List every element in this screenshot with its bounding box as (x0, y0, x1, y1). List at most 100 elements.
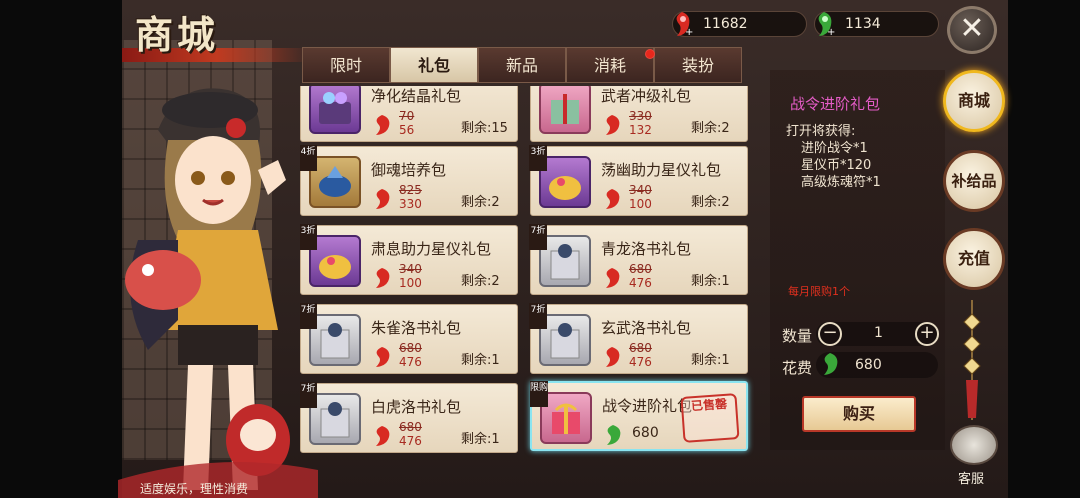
quantity-label: 数量 (782, 327, 813, 345)
green-magatama-icon (819, 351, 841, 377)
red-magatama-icon (371, 345, 393, 369)
discount-price: 56 (399, 123, 415, 137)
red-magatama-icon (371, 266, 393, 290)
tab-consumables[interactable]: 消耗 (566, 47, 654, 83)
limited-tag: 限购 (530, 381, 548, 407)
notification-dot (645, 49, 655, 59)
item-name: 荡幽助力星仪礼包 (601, 161, 722, 179)
reward-item: 高级炼魂符*1 (801, 175, 881, 190)
warrior-pack-icon (539, 86, 591, 134)
close-button[interactable]: ✕ (947, 6, 997, 54)
green-magatama-icon (602, 423, 624, 447)
remaining-count: 剩余:2 (461, 195, 500, 210)
nav-recharge[interactable]: 充值 (943, 228, 1005, 290)
purchase-limit: 每月限购1个 (788, 285, 850, 298)
item-name: 朱雀洛书礼包 (371, 319, 462, 337)
red-magatama-icon: + (671, 9, 693, 39)
remaining-count: 剩余:15 (461, 121, 508, 136)
discount-tag: 4折 (300, 145, 317, 171)
red-magatama-icon (601, 113, 623, 137)
red-magatama-icon (601, 345, 623, 369)
original-price: 680 (399, 420, 422, 434)
item-name: 战令进阶礼包 (602, 397, 693, 415)
discount-price: 330 (399, 197, 422, 211)
original-price: 680 (629, 262, 652, 276)
healthy-gaming-notice: 适度娱乐，理性消费 (140, 482, 249, 496)
discount-price: 476 (399, 355, 422, 369)
item-card[interactable]: 净化结晶礼包 70 56 剩余:15 (300, 86, 518, 142)
item-card[interactable]: 荡幽助力星仪礼包 340 100 剩余:2 3折 (529, 145, 748, 216)
crystal-chest-icon (309, 86, 361, 134)
discount-price: 476 (629, 276, 652, 290)
remaining-count: 剩余:1 (691, 353, 730, 368)
discount-price: 476 (629, 355, 652, 369)
green-magatama-icon: + (813, 9, 835, 39)
customer-service-icon[interactable] (950, 425, 998, 465)
remaining-count: 剩余:2 (691, 121, 730, 136)
item-card[interactable]: 白虎洛书礼包 680 476 剩余:1 7折 (300, 382, 518, 453)
original-price: 680 (399, 341, 422, 355)
red-magatama-icon (371, 424, 393, 448)
detail-title: 战令进阶礼包 (790, 95, 881, 113)
quantity-value: 1 (874, 325, 883, 341)
page-title: 商城 (135, 12, 220, 57)
original-price: 825 (399, 183, 422, 197)
discount-tag: 3折 (300, 224, 317, 250)
original-price: 680 (629, 341, 652, 355)
shop-character (118, 88, 318, 498)
item-grid[interactable]: 净化结晶礼包 70 56 剩余:15 武者冲级礼包 330 132 剩余:2 御… (300, 86, 758, 458)
item-price: 680 (632, 425, 659, 441)
item-name: 武者冲级礼包 (601, 87, 692, 105)
cost-label: 花费 (782, 359, 813, 377)
nav-supplies[interactable]: 补给品 (943, 150, 1005, 212)
red-magatama-icon (601, 266, 623, 290)
item-card[interactable]: 武者冲级礼包 330 132 剩余:2 (530, 86, 748, 142)
remaining-count: 剩余:1 (691, 274, 730, 289)
plus-button[interactable]: + (915, 322, 939, 346)
svg-text:+: + (685, 27, 693, 38)
tab-outfits[interactable]: 装扮 (654, 47, 742, 83)
item-name: 白虎洛书礼包 (371, 398, 462, 416)
item-name: 御魂培养包 (371, 161, 447, 179)
discount-tag: 3折 (529, 145, 547, 171)
tab-limited[interactable]: 限时 (302, 47, 390, 83)
item-name: 净化结晶礼包 (371, 87, 462, 105)
shop-screen: 商城 + 11682 + 1134 ✕ 限时 礼包 新品 消耗 装扮 净化结晶礼… (0, 0, 1080, 498)
red-magatama-icon (371, 113, 393, 137)
original-price: 340 (629, 183, 652, 197)
customer-service-label[interactable]: 客服 (958, 468, 984, 487)
chinese-knot-ornament (963, 300, 981, 420)
svg-text:+: + (827, 27, 835, 38)
discount-price: 100 (399, 276, 422, 290)
tab-gift-packs[interactable]: 礼包 (390, 47, 478, 83)
sold-out-stamp: 已售罄 (680, 393, 740, 443)
item-card[interactable]: 朱雀洛书礼包 680 476 剩余:1 7折 (300, 303, 518, 374)
discount-tag: 7折 (300, 303, 317, 329)
item-card[interactable]: 肃息助力星仪礼包 340 100 剩余:2 3折 (300, 224, 518, 295)
cost-value: 680 (855, 357, 882, 373)
item-name: 青龙洛书礼包 (601, 240, 692, 258)
item-card[interactable]: 御魂培养包 825 330 剩余:2 4折 (300, 145, 518, 216)
green-currency-amount: 1134 (845, 16, 881, 32)
remaining-count: 剩余:2 (461, 274, 500, 289)
green-currency-bar[interactable]: + 1134 (813, 9, 939, 39)
original-price: 70 (399, 109, 415, 123)
item-card-selected[interactable]: 战令进阶礼包 680 限购 已售罄 (530, 381, 748, 451)
discount-tag: 7折 (300, 382, 317, 408)
red-currency-bar[interactable]: + 11682 (671, 9, 807, 39)
discount-tag: 7折 (529, 303, 547, 329)
item-card[interactable]: 玄武洛书礼包 680 476 剩余:1 7折 (529, 303, 748, 374)
red-magatama-icon (601, 187, 623, 211)
buy-button[interactable]: 购买 (802, 396, 916, 432)
nav-shop[interactable]: 商城 (943, 70, 1005, 132)
item-card[interactable]: 青龙洛书礼包 680 476 剩余:1 7折 (529, 224, 748, 295)
original-price: 340 (399, 262, 422, 276)
discount-price: 132 (629, 123, 652, 137)
discount-price: 476 (399, 434, 422, 448)
minus-button[interactable]: − (818, 322, 842, 346)
tab-new[interactable]: 新品 (478, 47, 566, 83)
red-magatama-icon (371, 187, 393, 211)
discount-tag: 7折 (529, 224, 547, 250)
original-price: 330 (629, 109, 652, 123)
item-name: 玄武洛书礼包 (601, 319, 692, 337)
